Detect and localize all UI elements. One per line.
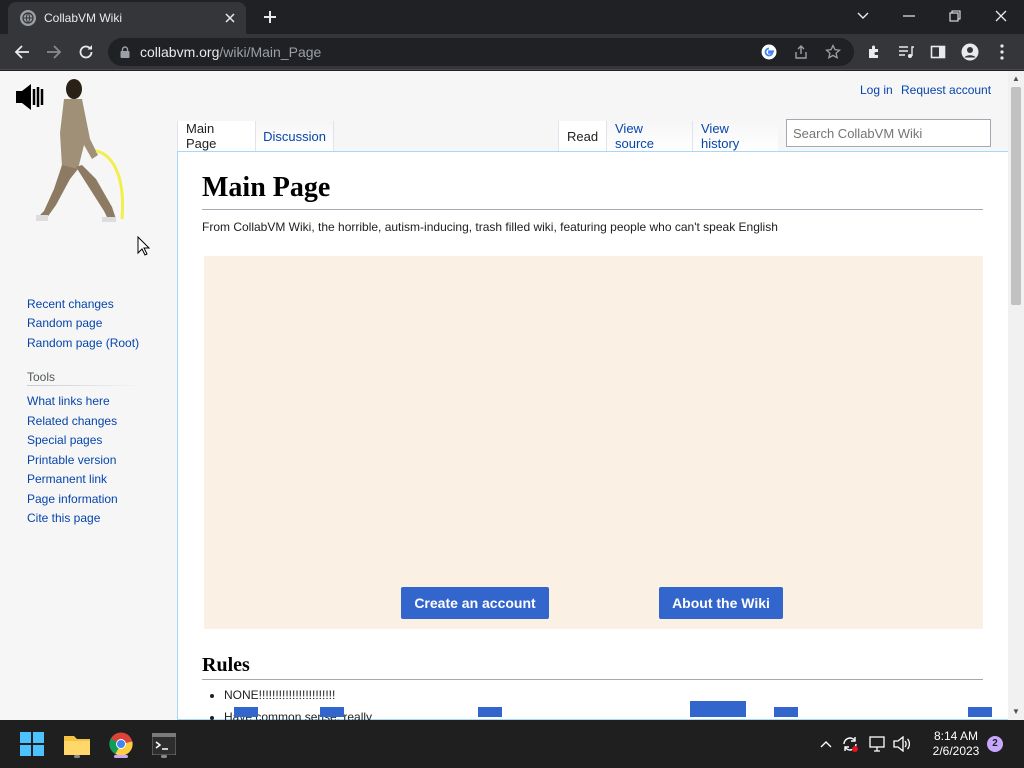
rules-heading: Rules — [202, 654, 250, 676]
sidebar-item-recent-changes[interactable]: Recent changes — [27, 297, 114, 311]
back-icon[interactable] — [10, 40, 34, 64]
taskbar-indicator — [114, 755, 128, 758]
close-tab-icon[interactable] — [222, 10, 238, 26]
create-account-button[interactable]: Create an account — [401, 587, 549, 619]
page-scrollbar[interactable]: ▲ ▼ — [1008, 71, 1024, 720]
tab-view-history[interactable]: View history — [692, 121, 778, 151]
tools-divider — [27, 385, 145, 386]
sidebar-item-random-page[interactable]: Random page — [27, 316, 102, 330]
file-explorer-icon[interactable] — [61, 728, 93, 760]
notification-badge[interactable]: 2 — [987, 736, 1003, 752]
tab-main-page[interactable]: Main Page — [177, 121, 255, 151]
sidebar-item-cite-this-page[interactable]: Cite this page — [27, 511, 100, 525]
request-account-link[interactable]: Request account — [901, 83, 991, 97]
share-icon[interactable] — [792, 43, 810, 61]
sidebar-item-special-pages[interactable]: Special pages — [27, 433, 102, 447]
scrollbar-thumb[interactable] — [1011, 87, 1021, 305]
taskbar-indicator — [161, 755, 167, 758]
page-title: Main Page — [202, 172, 331, 203]
tab-read[interactable]: Read — [558, 121, 606, 151]
clock-date: 2/6/2023 — [932, 744, 980, 758]
close-window-icon[interactable] — [989, 6, 1013, 26]
terminal-icon[interactable] — [148, 728, 180, 760]
tab-search-icon[interactable] — [851, 6, 875, 26]
url-path: /wiki/Main_Page — [219, 44, 322, 60]
minimize-icon[interactable] — [897, 6, 921, 26]
tools-heading: Tools — [27, 370, 56, 384]
address-bar[interactable]: collabvm.org/wiki/Main_Page — [108, 38, 854, 66]
chevron-up-icon[interactable] — [816, 734, 836, 754]
scroll-up-arrow-icon[interactable]: ▲ — [1012, 75, 1020, 83]
tab-title: CollabVM Wiki — [44, 11, 123, 25]
globe-icon — [20, 10, 36, 26]
start-windows-icon[interactable] — [16, 728, 48, 760]
url-host: collabvm.org — [140, 44, 220, 60]
lock-icon[interactable] — [120, 46, 130, 58]
google-icon[interactable] — [760, 43, 778, 61]
render-artifact — [774, 707, 798, 717]
bookmark-star-icon[interactable] — [824, 43, 842, 61]
restore-icon[interactable] — [943, 6, 967, 26]
profile-icon[interactable] — [958, 40, 982, 64]
clock[interactable]: 8:14 AM 2/6/2023 — [924, 729, 988, 759]
rules-divider — [202, 679, 983, 680]
search-input[interactable] — [786, 119, 991, 147]
media-control-icon[interactable] — [894, 40, 918, 64]
welcome-banner: Create an account About the Wiki — [204, 256, 983, 629]
tab-strip: CollabVM Wiki — [0, 0, 1024, 34]
page-tagline: From CollabVM Wiki, the horrible, autism… — [202, 220, 778, 234]
sidebar-item-permanent-link[interactable]: Permanent link — [27, 472, 107, 486]
render-artifact — [478, 707, 502, 717]
sidebar-item-what-links-here[interactable]: What links here — [27, 394, 110, 408]
menu-kebab-icon[interactable] — [990, 40, 1014, 64]
chrome-icon[interactable] — [105, 728, 137, 760]
network-icon[interactable] — [868, 734, 888, 754]
taskbar-indicator — [74, 755, 80, 758]
sidebar-item-printable-version[interactable]: Printable version — [27, 453, 116, 467]
wiki-logo-image[interactable] — [34, 79, 134, 229]
taskbar: 8:14 AM 2/6/2023 2 — [0, 720, 1024, 768]
render-artifact — [320, 707, 344, 717]
sidebar-item-page-information[interactable]: Page information — [27, 492, 118, 506]
render-artifact — [968, 707, 992, 717]
title-divider — [202, 209, 983, 210]
mouse-cursor-icon — [137, 236, 151, 256]
tab-view-source[interactable]: View source — [606, 121, 692, 151]
render-artifact — [234, 707, 258, 717]
render-artifact — [690, 701, 746, 717]
about-wiki-button[interactable]: About the Wiki — [659, 587, 783, 619]
browser-tab[interactable]: CollabVM Wiki — [8, 2, 246, 34]
tab-discussion[interactable]: Discussion — [255, 121, 334, 151]
forward-icon[interactable] — [42, 40, 66, 64]
login-link[interactable]: Log in — [860, 83, 893, 97]
extensions-icon[interactable] — [862, 40, 886, 64]
content-area: Main Page From CollabVM Wiki, the horrib… — [177, 151, 1008, 720]
sidebar-item-related-changes[interactable]: Related changes — [27, 414, 117, 428]
sidebar-item-random-page-root[interactable]: Random page (Root) — [27, 336, 139, 350]
clock-time: 8:14 AM — [933, 729, 979, 743]
new-tab-button[interactable] — [260, 7, 280, 27]
scroll-down-arrow-icon[interactable]: ▼ — [1012, 708, 1020, 716]
sync-icon[interactable] — [840, 734, 860, 754]
side-panel-icon[interactable] — [926, 40, 950, 64]
volume-icon[interactable] — [892, 734, 912, 754]
reload-icon[interactable] — [74, 40, 98, 64]
browser-toolbar: collabvm.org/wiki/Main_Page — [0, 34, 1024, 70]
page-viewport: Log in Request account Main Page Discuss… — [0, 71, 1008, 720]
